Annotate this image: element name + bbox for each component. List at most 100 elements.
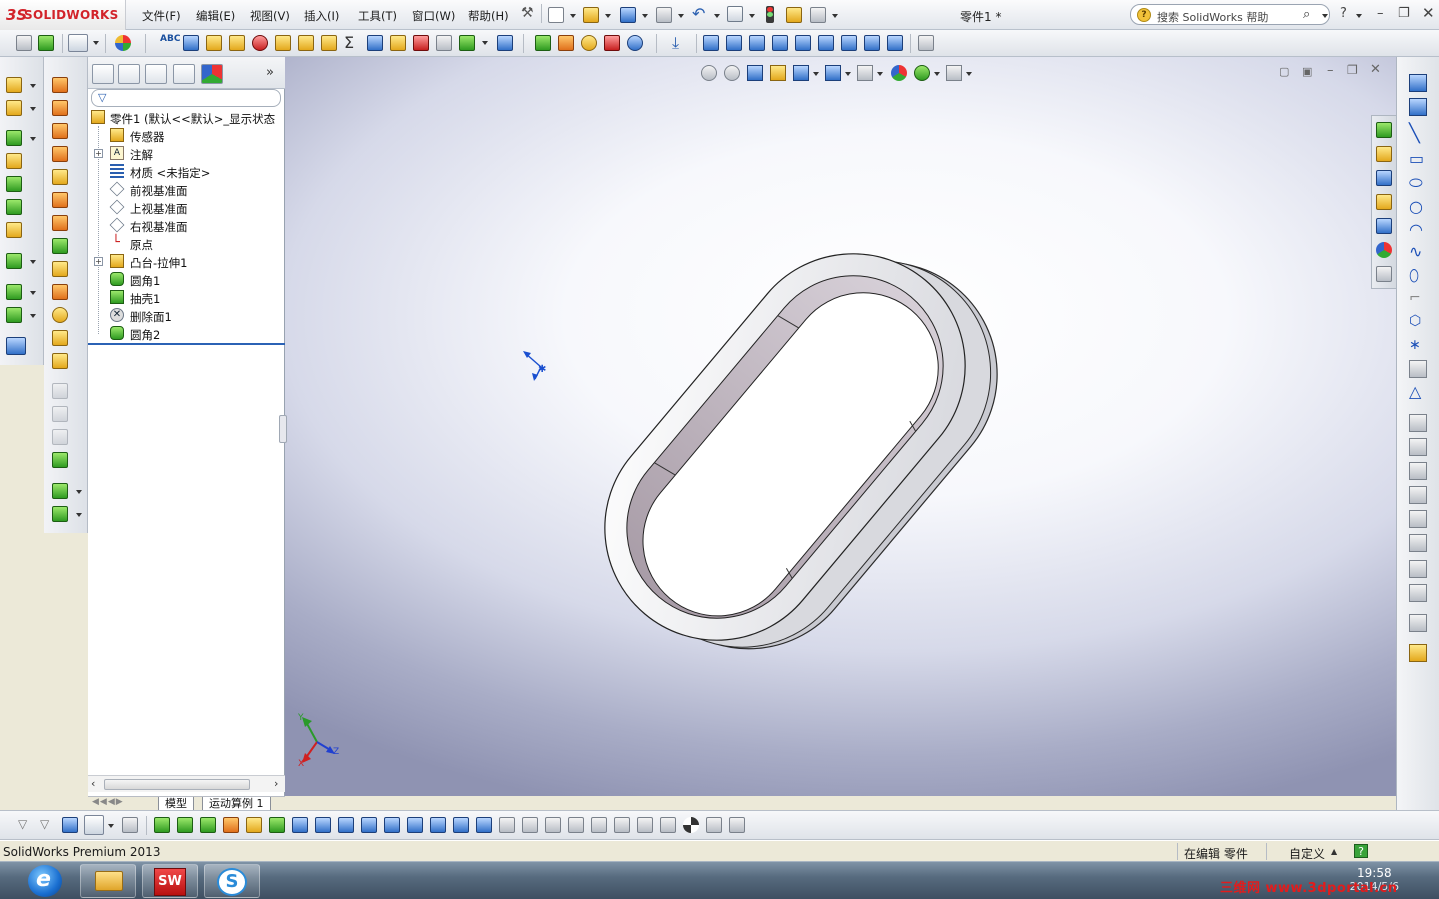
filter-axes-icon[interactable]	[269, 817, 285, 833]
view-palette-icon[interactable]	[1376, 218, 1392, 234]
search-icon[interactable]: ⌕	[1303, 7, 1310, 22]
filter-dimensions-icon[interactable]	[430, 817, 446, 833]
solidworks-resources-icon[interactable]	[1376, 122, 1392, 138]
tree-item-origin[interactable]: └ 原点	[88, 234, 284, 252]
point-icon[interactable]: ∗	[1409, 337, 1421, 353]
filter-toggle-icon[interactable]: ▽	[18, 817, 27, 831]
tab-display-manager[interactable]	[201, 64, 223, 84]
oval-tray-body[interactable]	[559, 197, 1043, 705]
rectangle-icon[interactable]: ▭	[1409, 149, 1424, 168]
options-icon[interactable]	[810, 7, 826, 23]
move-entities-icon[interactable]	[1409, 534, 1427, 552]
filter-mid-surfaces-icon[interactable]	[683, 817, 699, 833]
undercut-analysis-icon[interactable]	[413, 35, 429, 51]
feature-filter-input[interactable]: ▽	[91, 89, 281, 107]
floxpress-icon[interactable]	[558, 35, 574, 51]
combine-icon[interactable]	[52, 429, 68, 445]
spell-check-icon[interactable]: ABC	[160, 34, 180, 50]
filter-planes-icon[interactable]	[292, 817, 308, 833]
sim-xpress-icon[interactable]	[535, 35, 551, 51]
rib-icon[interactable]	[52, 123, 68, 139]
scroll-left-icon[interactable]: ‹	[91, 777, 95, 790]
units-status[interactable]: 自定义	[1289, 845, 1325, 862]
tab-property-manager[interactable]	[118, 64, 140, 84]
mirror-entities-icon[interactable]	[1409, 486, 1427, 504]
chamfer-icon[interactable]	[52, 100, 68, 116]
trim-entities-icon[interactable]	[1409, 414, 1427, 432]
filter-sketch-points-icon[interactable]	[315, 817, 331, 833]
rebuild-traffic-light-icon[interactable]	[766, 6, 774, 23]
help-search-box[interactable]: ? 搜索 SolidWorks 帮助 ⌕	[1130, 4, 1330, 25]
tree-item-sensors[interactable]: 传感器	[88, 126, 284, 144]
repair-sketch-icon[interactable]	[1409, 584, 1427, 602]
view-top-icon[interactable]	[795, 35, 811, 51]
open-folder-icon[interactable]	[583, 7, 599, 23]
filter-silhouette-edges-icon[interactable]	[706, 817, 722, 833]
status-help-icon[interactable]: ?	[1354, 844, 1368, 858]
spline-icon[interactable]: ∿	[1409, 242, 1422, 261]
text-icon[interactable]: △	[1409, 382, 1421, 401]
tab-model[interactable]: 模型	[158, 797, 194, 811]
mass-properties-icon[interactable]	[206, 35, 222, 51]
feature-statistics-icon[interactable]	[459, 35, 475, 51]
dome-icon[interactable]	[52, 215, 68, 231]
view-right-icon[interactable]	[772, 35, 788, 51]
instant3d-icon[interactable]	[6, 337, 26, 355]
save-icon[interactable]	[620, 7, 636, 23]
convert-entities-icon[interactable]	[1409, 438, 1427, 456]
quick-snaps-icon[interactable]	[1409, 614, 1427, 632]
internet-explorer-icon[interactable]: e	[28, 865, 62, 897]
rapid-sketch-icon[interactable]	[1409, 644, 1427, 662]
units-dropdown-icon[interactable]: ▲	[1331, 847, 1337, 856]
menu-edit[interactable]: 编辑(E)	[196, 8, 235, 24]
deform-icon[interactable]	[52, 307, 68, 323]
reference-geometry-icon[interactable]	[6, 284, 22, 300]
tree-item-annotations[interactable]: + A 注解	[88, 144, 284, 162]
draft-icon[interactable]	[52, 146, 68, 162]
minimize-window-button[interactable]: –	[1377, 6, 1384, 21]
expand-icon[interactable]: +	[94, 149, 103, 158]
tab-feature-tree[interactable]	[92, 64, 114, 84]
parting-line-analysis-icon[interactable]	[436, 35, 452, 51]
graphics-area[interactable]: ▢ ▣ – ❐ ✕ ✱ Y X Z	[279, 57, 1396, 796]
tree-item-top-plane[interactable]: 上视基准面	[88, 198, 284, 216]
view-left-icon[interactable]	[749, 35, 765, 51]
filter-midpoints-icon[interactable]	[361, 817, 377, 833]
filter-centerline-icon[interactable]	[407, 817, 423, 833]
tab-configuration-manager[interactable]	[145, 64, 167, 84]
display-relations-icon[interactable]	[1409, 560, 1427, 578]
clear-filters-icon[interactable]: ▽	[40, 817, 49, 831]
offset-entities-icon[interactable]	[1409, 462, 1427, 480]
print-icon[interactable]	[656, 7, 672, 23]
view-trimetric-icon[interactable]	[864, 35, 880, 51]
link-views-icon[interactable]	[918, 35, 934, 51]
flex-icon[interactable]	[52, 284, 68, 300]
circle-icon[interactable]: ○	[1409, 197, 1423, 216]
tab-motion-study[interactable]: 运动算例 1	[202, 797, 271, 811]
help-button[interactable]: ?	[1340, 6, 1347, 21]
select-all-filters-icon[interactable]	[62, 817, 78, 833]
restore-window-button[interactable]: ❐	[1398, 6, 1410, 21]
tree-item-material[interactable]: 材质 <未指定>	[88, 162, 284, 180]
centerline-icon[interactable]	[1409, 360, 1427, 378]
menu-view[interactable]: 视图(V)	[250, 8, 290, 24]
lofted-boss-icon[interactable]	[6, 153, 22, 169]
line-icon[interactable]: ╲	[1409, 123, 1420, 144]
custom-properties-icon[interactable]	[1376, 266, 1392, 282]
file-properties-icon[interactable]	[786, 7, 802, 23]
solidworks-logo[interactable]: 3S SOLIDWORKS	[0, 0, 126, 30]
view-dimetric-icon[interactable]	[887, 35, 903, 51]
appearances-scenes-icon[interactable]	[1376, 242, 1392, 258]
invert-selection-icon[interactable]	[122, 817, 138, 833]
intersect-icon[interactable]	[52, 238, 68, 254]
tree-item-boss-extrude1[interactable]: + 凸台-拉伸1	[88, 252, 284, 270]
menu-file[interactable]: 文件(F)	[142, 8, 181, 24]
wrap-icon[interactable]	[52, 192, 68, 208]
equations-icon[interactable]: Σ	[344, 33, 354, 52]
filter-edges-icon[interactable]	[177, 817, 193, 833]
filter-faces-icon[interactable]	[200, 817, 216, 833]
driveworksxpress-icon[interactable]	[604, 35, 620, 51]
tab-nav-arrows-icon[interactable]: ◀◀◀▶	[92, 797, 124, 807]
fillet-icon[interactable]	[52, 77, 68, 93]
thickness-analysis-icon[interactable]	[321, 35, 337, 51]
